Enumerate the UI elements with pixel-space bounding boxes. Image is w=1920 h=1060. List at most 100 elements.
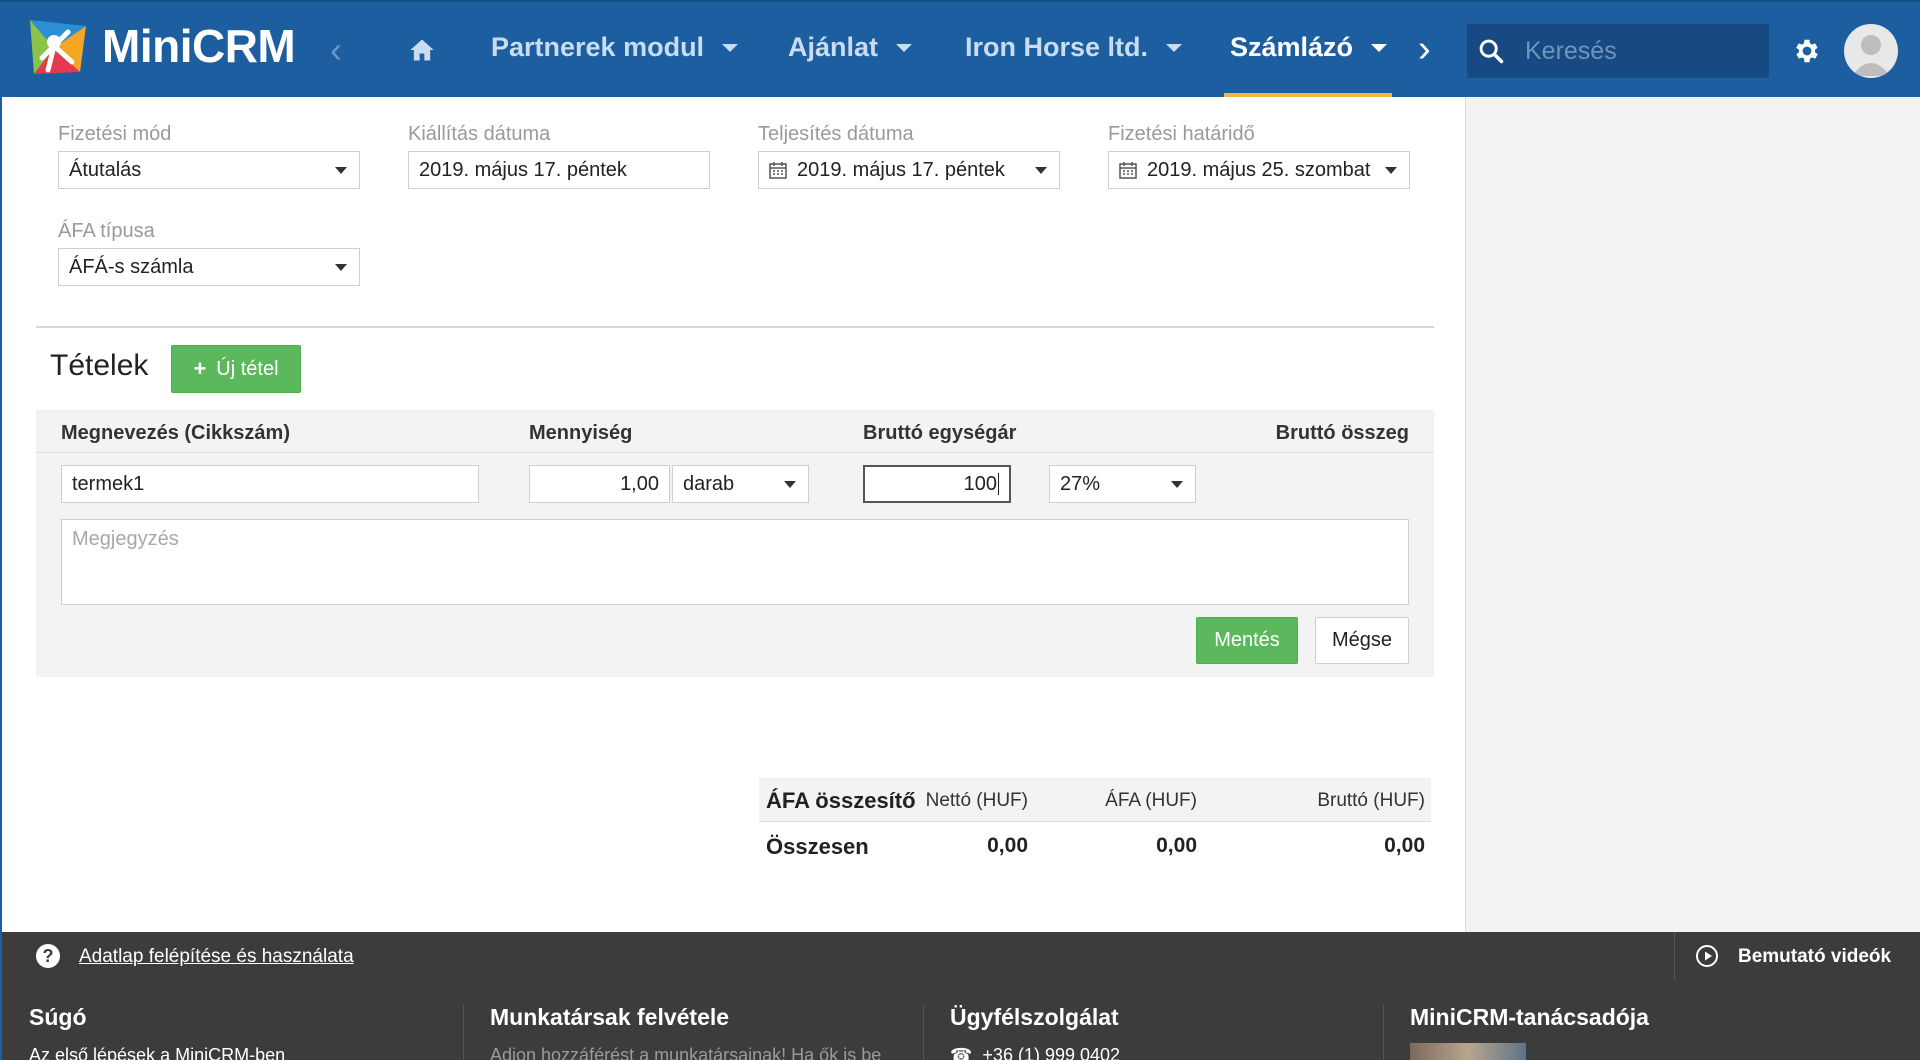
- footer-divider: [463, 1005, 464, 1060]
- footer-column-title: Ügyfélszolgálat: [950, 1004, 1119, 1030]
- nav-item-szamlazo[interactable]: Számlázó: [1230, 32, 1388, 63]
- phone-icon: ☎: [950, 1045, 973, 1060]
- demo-videos-link[interactable]: Bemutató videók: [1738, 946, 1891, 968]
- total-label: Összesen: [766, 834, 869, 859]
- chevron-down-icon: [1166, 43, 1183, 52]
- vat-type-value: ÁFÁ-s számla: [69, 255, 194, 278]
- column-header-net: Nettó (HUF): [925, 790, 1028, 811]
- column-header-total: Bruttó összeg: [1275, 422, 1409, 444]
- vat-summary-title: ÁFA összesítő: [766, 788, 916, 813]
- quantity-input[interactable]: 1,00: [529, 465, 670, 503]
- item-name-input[interactable]: termek1: [61, 465, 479, 503]
- chevron-down-icon: [722, 43, 739, 52]
- note-textarea[interactable]: Megjegyzés: [61, 519, 1409, 605]
- footer-help-bar: ? Adatlap felépítése és használata Bemut…: [0, 932, 1920, 980]
- unit-value: darab: [683, 472, 735, 495]
- cancel-label: Mégse: [1331, 629, 1393, 651]
- nav-item-label: Iron Horse ltd.: [965, 32, 1149, 62]
- payment-method-value: Átutalás: [69, 158, 142, 181]
- item-name-value: termek1: [72, 472, 145, 495]
- column-header-quantity: Mennyiség: [529, 422, 633, 444]
- chevron-down-icon: [335, 167, 347, 174]
- total-net-value: 0,00: [987, 834, 1028, 857]
- help-link[interactable]: Adatlap felépítése és használata: [79, 946, 354, 968]
- cancel-button[interactable]: Mégse: [1315, 617, 1409, 664]
- search-icon: [1479, 39, 1504, 64]
- chevron-down-icon: [896, 43, 913, 52]
- due-date-label: Fizetési határidő: [1108, 123, 1255, 145]
- plus-icon: +: [193, 356, 207, 381]
- issue-date-value: 2019. május 17. péntek: [419, 158, 627, 181]
- issue-date-label: Kiállítás dátuma: [408, 123, 551, 145]
- new-item-label: Új tétel: [216, 357, 279, 380]
- chevron-down-icon: [1385, 167, 1397, 174]
- vat-summary-total-row: Összesen 0,00 0,00 0,00: [759, 822, 1431, 868]
- vat-type-select[interactable]: ÁFÁ-s számla: [58, 248, 360, 286]
- app-logo[interactable]: MiniCRM: [24, 12, 296, 80]
- footer-divider: [1383, 1005, 1384, 1060]
- user-icon: [1852, 35, 1890, 76]
- calendar-icon: [769, 162, 787, 179]
- new-item-button[interactable]: + Új tétel: [171, 345, 301, 393]
- due-date-value: 2019. május 25. szombat: [1147, 158, 1371, 181]
- search-input[interactable]: Keresés: [1525, 37, 1617, 66]
- footer-column-colleagues: Munkatársak felvétele Adjon hozzáférést …: [490, 1004, 881, 1060]
- minicrm-logo-icon: [30, 20, 86, 74]
- unit-select[interactable]: darab: [672, 465, 809, 503]
- help-icon: ?: [36, 944, 60, 968]
- text-cursor: [998, 473, 999, 495]
- nav-item-label: Számlázó: [1230, 32, 1354, 62]
- advisor-photo: [1410, 1043, 1526, 1060]
- footer-divider: [923, 1005, 924, 1060]
- items-editor-panel: Megnevezés (Cikkszám) Mennyiség Bruttó e…: [36, 410, 1434, 677]
- completion-date-value: 2019. május 17. péntek: [797, 158, 1005, 181]
- nav-back-icon[interactable]: ‹: [330, 32, 342, 68]
- payment-method-label: Fizetési mód: [58, 123, 172, 145]
- chevron-down-icon: [1371, 43, 1388, 52]
- items-title: Tételek: [50, 349, 149, 382]
- footer-separator: [1674, 932, 1675, 980]
- save-label: Mentés: [1214, 629, 1280, 651]
- unit-price-value: 100: [963, 472, 997, 495]
- issue-date-field[interactable]: 2019. május 17. péntek: [408, 151, 710, 189]
- home-icon[interactable]: [408, 36, 436, 64]
- nav-item-ajanlat[interactable]: Ajánlat: [788, 32, 913, 63]
- search-box[interactable]: Keresés: [1467, 24, 1769, 78]
- footer-column-title: MiniCRM-tanácsadója: [1410, 1004, 1649, 1030]
- items-table-header: Megnevezés (Cikkszám) Mennyiség Bruttó e…: [36, 410, 1434, 453]
- unit-price-input[interactable]: 100: [863, 465, 1011, 503]
- footer-phone[interactable]: ☎ +36 (1) 999 0402: [950, 1045, 1120, 1060]
- gear-icon[interactable]: [1792, 36, 1822, 66]
- footer-column-help: Súgó Az első lépések a MiniCRM-ben: [29, 1004, 285, 1060]
- completion-date-label: Teljesítés dátuma: [758, 123, 914, 145]
- chevron-down-icon: [1171, 481, 1183, 488]
- nav-item-partnerek-modul[interactable]: Partnerek modul: [491, 32, 739, 63]
- play-icon: [1696, 945, 1718, 967]
- column-header-name: Megnevezés (Cikkszám): [61, 422, 290, 444]
- column-header-vat: ÁFA (HUF): [1105, 790, 1197, 811]
- column-header-gross: Bruttó (HUF): [1317, 790, 1425, 811]
- chevron-down-icon: [784, 481, 796, 488]
- completion-date-picker[interactable]: 2019. május 17. péntek: [758, 151, 1060, 189]
- column-header-unit-price: Bruttó egységár: [863, 422, 1017, 444]
- nav-next-icon[interactable]: ›: [1418, 30, 1431, 68]
- vat-type-label: ÁFA típusa: [58, 220, 155, 242]
- payment-method-select[interactable]: Átutalás: [58, 151, 360, 189]
- avatar[interactable]: [1844, 24, 1898, 78]
- save-button[interactable]: Mentés: [1196, 617, 1298, 664]
- vat-summary-table: ÁFA összesítő Nettó (HUF) ÁFA (HUF) Brut…: [759, 778, 1431, 868]
- nav-item-iron-horse[interactable]: Iron Horse ltd.: [965, 32, 1183, 63]
- footer-main: Súgó Az első lépések a MiniCRM-ben Munka…: [0, 980, 1920, 1060]
- footer-help-link[interactable]: Az első lépések a MiniCRM-ben: [29, 1045, 285, 1060]
- due-date-picker[interactable]: 2019. május 25. szombat: [1108, 151, 1410, 189]
- invoice-card: Fizetési mód Átutalás Kiállítás dátuma 2…: [0, 97, 1465, 932]
- phone-number: +36 (1) 999 0402: [982, 1045, 1121, 1060]
- top-navigation-bar: MiniCRM ‹ Partnerek modul Ajánlat Iron H…: [0, 0, 1920, 99]
- vat-rate-select[interactable]: 27%: [1049, 465, 1196, 503]
- vat-summary-header: ÁFA összesítő Nettó (HUF) ÁFA (HUF) Brut…: [759, 778, 1431, 822]
- footer-column-title: Munkatársak felvétele: [490, 1004, 730, 1030]
- chevron-down-icon: [335, 264, 347, 271]
- right-side-panel: [1465, 97, 1920, 932]
- total-gross-value: 0,00: [1384, 834, 1425, 857]
- note-placeholder: Megjegyzés: [72, 528, 179, 550]
